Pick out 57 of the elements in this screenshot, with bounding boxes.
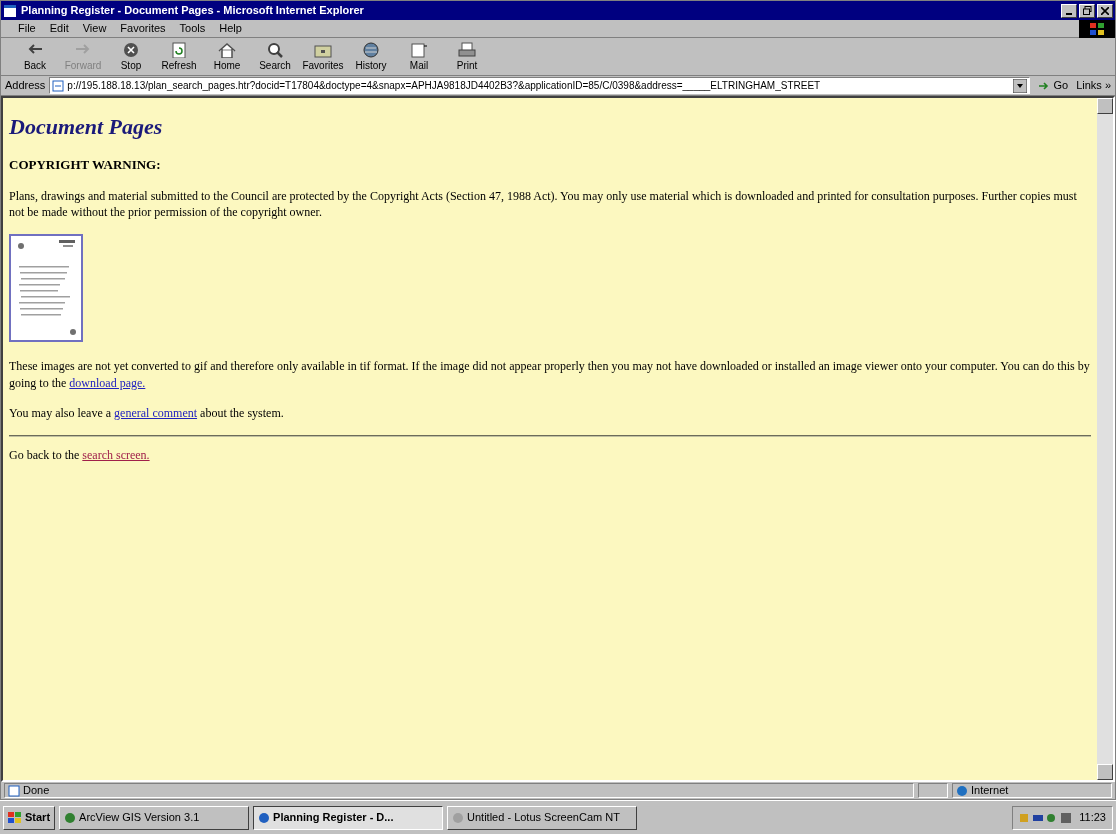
paragraph: Go back to the search screen. xyxy=(9,446,151,464)
globe-icon xyxy=(360,40,382,58)
menu-item[interactable]: File xyxy=(11,20,43,37)
app-icon xyxy=(258,811,271,824)
go-arrow-icon xyxy=(1038,80,1051,91)
document-thumbnail[interactable] xyxy=(9,234,83,343)
dropdown-icon xyxy=(1013,78,1028,93)
menu-item[interactable]: Help xyxy=(212,20,249,37)
warning-heading: COPYRIGHT WARNING: xyxy=(9,156,162,174)
mail-button[interactable]: Mail xyxy=(395,40,443,73)
page-icon xyxy=(8,784,20,797)
status-text: Done xyxy=(4,783,914,798)
menu-item[interactable]: View xyxy=(75,20,114,37)
address-field[interactable]: p://195.188.18.13/plan_search_pages.htr?docid=T17804&doctype=4&snapx=APHJA9818JD4402B3?&applicationID=85/C/0398&address=_____ELTRINGHAM_STREET xyxy=(49,77,1031,94)
address-label: Address xyxy=(5,78,46,94)
app-icon xyxy=(64,811,77,824)
link[interactable]: general comment xyxy=(114,405,198,420)
minimize-button[interactable] xyxy=(1061,3,1077,18)
minimize-icon xyxy=(1066,12,1072,15)
menu-item[interactable]: Favorites xyxy=(113,20,173,37)
home-button[interactable]: Home xyxy=(203,40,251,73)
printer-icon xyxy=(456,40,478,58)
history-button[interactable]: History xyxy=(347,40,395,73)
links-button[interactable]: Links » xyxy=(1076,77,1111,94)
app-icon xyxy=(452,811,465,824)
windows-logo-icon xyxy=(8,811,22,824)
paragraph: You may also leave a general comment about the system. xyxy=(9,404,285,421)
link[interactable]: search screen. xyxy=(82,447,150,462)
link[interactable]: download page. xyxy=(69,375,146,390)
search-button[interactable]: Search xyxy=(251,40,299,73)
stop-button[interactable]: Stop xyxy=(107,40,155,73)
taskbar-button[interactable]: Untitled - Lotus ScreenCam NT xyxy=(447,805,638,830)
menu-item[interactable]: Tools xyxy=(172,20,213,37)
page-icon xyxy=(52,79,65,92)
page-heading: Document Pages xyxy=(9,114,164,141)
globe-icon xyxy=(956,784,968,797)
paragraph: Plans, drawings and material submitted to the Council are protected by the Copyright Acts (Section 47, 1988 Act). You may only use material which is downloaded and printed for consultation purposes. Further copies must not be made without the prior permission of the copyright owner. xyxy=(9,187,1078,221)
restore-icon xyxy=(1082,6,1092,15)
menu-item[interactable]: Edit xyxy=(42,20,76,37)
start-button[interactable]: Start xyxy=(3,805,56,830)
back-button[interactable]: Back xyxy=(11,40,59,73)
window-title: Planning Register - Document Pages - Microsoft Internet Explorer xyxy=(21,3,364,19)
home-icon xyxy=(216,40,238,58)
taskbar-button[interactable]: Planning Register - D... xyxy=(253,805,444,830)
scrollbar[interactable] xyxy=(1097,98,1113,780)
clock: 11:23 xyxy=(1079,810,1106,826)
restore-button[interactable] xyxy=(1079,3,1095,18)
refresh-button[interactable]: Refresh xyxy=(155,40,203,73)
favorites-button[interactable]: Favorites xyxy=(299,40,347,73)
close-button[interactable] xyxy=(1097,3,1113,18)
close-icon xyxy=(1101,6,1109,15)
print-button[interactable]: Print xyxy=(443,40,491,73)
zone-indicator: Internet xyxy=(952,783,1112,798)
browser-icon xyxy=(3,3,17,18)
envelope-icon xyxy=(408,40,430,58)
taskbar-button[interactable]: ArcView GIS Version 3.1 xyxy=(59,805,250,830)
paragraph: These images are not yet converted to gif and therefore only available in tif format. If the image did not appear properly then you may not have downloaded or installed an image viewer onto your computer. You can do this by going to the download page. xyxy=(9,358,1091,391)
